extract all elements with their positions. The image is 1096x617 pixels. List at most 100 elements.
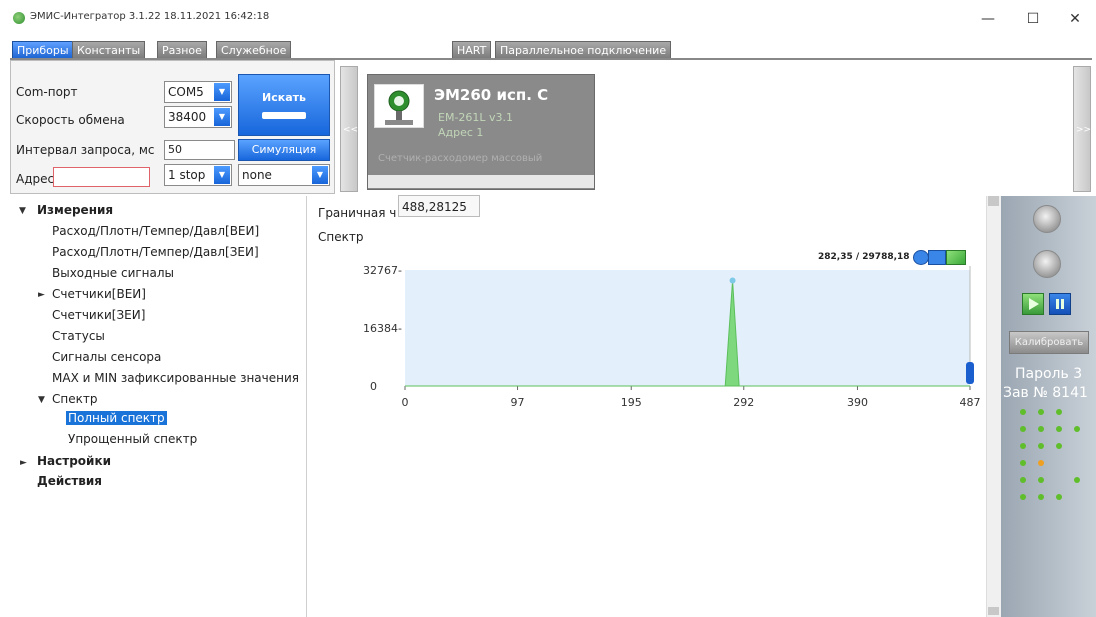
address-input[interactable] (53, 167, 150, 187)
stop-bits-value: 1 stop (168, 168, 206, 182)
tree-item-settings[interactable]: Настройки (37, 454, 111, 468)
device-description: Счетчик-расходомер массовый (378, 153, 543, 164)
parity-select[interactable]: none ▼ (238, 164, 330, 186)
y-tick-label: 32767- (363, 264, 402, 277)
maximize-button[interactable]: ☐ (1018, 8, 1048, 30)
export-icon[interactable] (946, 250, 966, 265)
chevron-down-icon: ▼ (214, 166, 230, 184)
tree-item-full-spectrum[interactable]: Полный спектр (66, 411, 167, 425)
tree-item-sensor-signals[interactable]: Сигналы сенсора (52, 350, 161, 364)
interval-label: Интервал запроса, мс (16, 143, 155, 157)
scroll-down-button[interactable] (988, 607, 999, 615)
y-tick-label: 16384- (363, 322, 402, 335)
chevron-right-icon[interactable]: ► (38, 290, 45, 300)
search-button-label: Искать (262, 91, 306, 104)
status-indicator-dot (1038, 477, 1044, 483)
close-button[interactable]: ✕ (1060, 8, 1090, 30)
status-indicator-dot (1038, 426, 1044, 432)
tree-item-actions[interactable]: Действия (37, 474, 102, 488)
plot-area (405, 270, 970, 386)
flowmeter-image-icon (374, 84, 424, 128)
x-tick-label: 292 (733, 396, 754, 409)
status-indicator-dot (1038, 409, 1044, 415)
peak-marker (729, 277, 736, 284)
x-tick-label: 390 (847, 396, 868, 409)
status-indicator-dot (1074, 477, 1080, 483)
double-chevron-left-icon: << (343, 125, 359, 135)
status-indicator-dot (1020, 477, 1026, 483)
chevron-down-icon: ▼ (214, 83, 230, 101)
y-tick-label: 0 (370, 380, 377, 393)
scroll-up-button[interactable] (988, 196, 999, 206)
app-icon (13, 12, 25, 24)
com-port-value: COM5 (168, 85, 204, 99)
device-scrollbar[interactable] (368, 175, 594, 188)
calibrate-button[interactable]: Калибровать (1009, 331, 1089, 354)
baud-value: 38400 (168, 110, 207, 124)
parity-value: none (242, 168, 272, 182)
indicator-lamp (1033, 250, 1061, 278)
password-level: Пароль 3 (1015, 366, 1083, 382)
double-chevron-right-icon: >> (1076, 125, 1092, 135)
status-indicator-dot (1056, 426, 1062, 432)
interval-input[interactable]: 50 (164, 140, 235, 160)
status-indicator-dot (1056, 494, 1062, 500)
x-tick-label: 487 (960, 396, 981, 409)
baud-label: Скорость обмена (16, 113, 125, 127)
tree-item-flow-vei[interactable]: Расход/Плотн/Темпер/Давл[ВЕИ] (52, 224, 259, 238)
serial-number: Зав № 8141 (1003, 385, 1088, 401)
tree-item-spectrum[interactable]: Спектр (52, 392, 97, 406)
x-tick-label: 195 (621, 396, 642, 409)
chart-options-icon[interactable] (928, 250, 946, 265)
tree-item-simple-spectrum[interactable]: Упрощенный спектр (68, 432, 197, 446)
status-indicator-dot (1074, 426, 1080, 432)
zoom-icon[interactable] (913, 250, 929, 265)
status-indicator-dot (1020, 426, 1026, 432)
vertical-cursor-handle (966, 362, 974, 384)
scroll-right-button[interactable]: >> (1073, 66, 1091, 192)
spectrum-title: Спектр (318, 230, 364, 244)
cursor-readout: 282,35 / 29788,18 (818, 252, 910, 262)
x-tick-label: 0 (402, 396, 409, 409)
minimize-button[interactable]: — (973, 8, 1003, 30)
chevron-down-icon: ▼ (312, 166, 328, 184)
status-indicator-dot (1038, 460, 1044, 466)
spectrum-chart[interactable]: 32767- 16384- 0 0 97 195 292 390 487 (310, 244, 986, 424)
chevron-right-icon[interactable]: ► (20, 458, 27, 468)
status-indicator-dot (1038, 494, 1044, 500)
status-indicator-dot (1020, 494, 1026, 500)
chevron-down-icon: ▼ (214, 108, 230, 126)
baud-select[interactable]: 38400 ▼ (164, 106, 232, 128)
device-model: EM-261L v3.1 (438, 111, 514, 124)
simulation-button[interactable]: Симуляция (238, 139, 330, 161)
com-port-select[interactable]: COM5 ▼ (164, 81, 232, 103)
device-address: Адрес 1 (438, 126, 484, 139)
com-port-label: Com-порт (16, 85, 78, 99)
search-button[interactable]: Искать (238, 74, 330, 136)
device-card[interactable]: ЭМ260 исп. С EM-261L v3.1 Адрес 1 Счетчи… (367, 74, 595, 190)
status-indicator-dot (1020, 443, 1026, 449)
play-icon[interactable] (1022, 293, 1044, 315)
window-title: ЭМИС-Интегратор 3.1.22 18.11.2021 16:42:… (30, 11, 270, 22)
pause-icon[interactable] (1049, 293, 1071, 315)
boundary-frequency-label: Граничная ч (318, 206, 397, 220)
device-name: ЭМ260 исп. С (434, 86, 549, 104)
tree-item-statuses[interactable]: Статусы (52, 329, 105, 343)
tree-item-counters-zei[interactable]: Счетчики[ЗЕИ] (52, 308, 145, 322)
chevron-down-icon[interactable]: ▼ (38, 395, 45, 405)
main-vertical-scrollbar[interactable] (986, 196, 1001, 617)
scroll-left-button[interactable]: << (340, 66, 358, 192)
status-indicator-dot (1056, 409, 1062, 415)
boundary-frequency-input[interactable]: 488,28125 (398, 195, 480, 217)
chevron-down-icon[interactable]: ▼ (19, 206, 26, 216)
status-indicator-dot (1020, 409, 1026, 415)
navigation-tree (10, 196, 307, 617)
address-label: Адрес (16, 172, 55, 186)
stop-bits-select[interactable]: 1 stop ▼ (164, 164, 232, 186)
tree-item-outputs[interactable]: Выходные сигналы (52, 266, 174, 280)
tree-item-measurements[interactable]: Измерения (37, 203, 113, 217)
tree-item-flow-zei[interactable]: Расход/Плотн/Темпер/Давл[ЗЕИ] (52, 245, 259, 259)
tree-item-max-min[interactable]: MAX и MIN зафиксированные значения (52, 371, 299, 385)
status-indicator-dot (1020, 460, 1026, 466)
tree-item-counters-vei[interactable]: Счетчики[ВЕИ] (52, 287, 146, 301)
